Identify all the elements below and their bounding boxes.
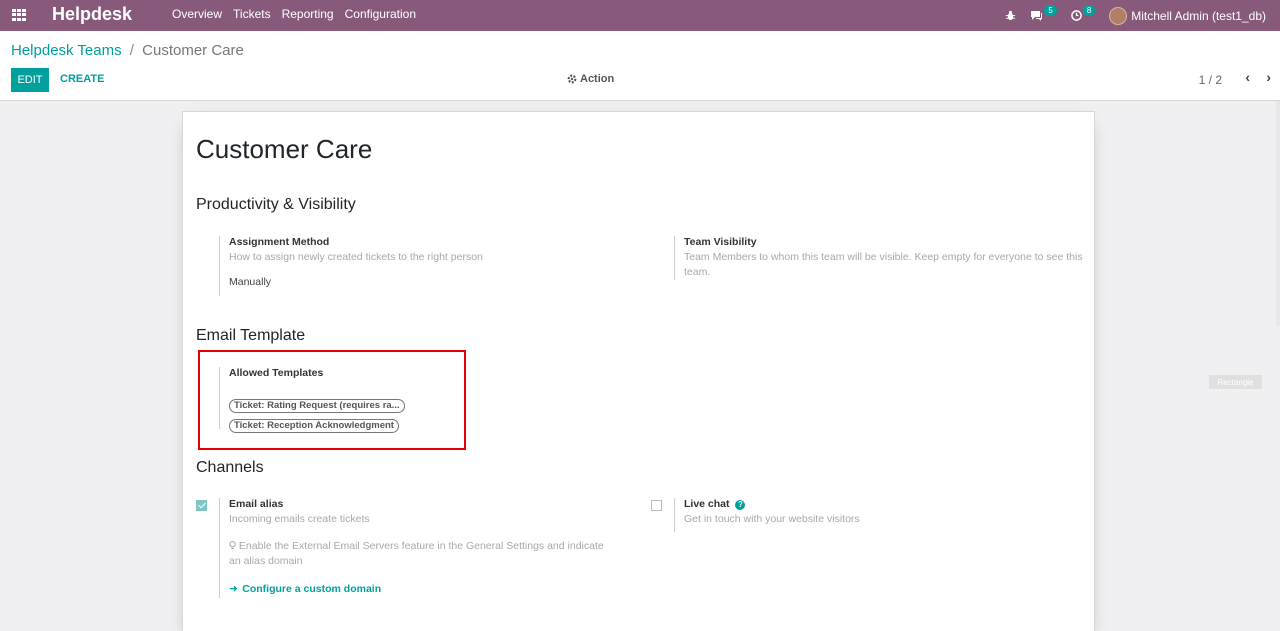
live-chat-checkbox[interactable] <box>651 500 662 511</box>
assignment-method-value[interactable]: Manually <box>229 276 639 288</box>
edit-button[interactable]: EDIT <box>11 68 49 92</box>
menu-tickets[interactable]: Tickets <box>233 7 271 21</box>
activities-menu[interactable]: 8 <box>1070 5 1096 21</box>
team-visibility-label: Team Visibility <box>684 236 757 248</box>
action-dropdown[interactable]: Action <box>567 73 614 85</box>
help-question-icon[interactable]: ? <box>735 500 746 510</box>
debug-bug-icon[interactable] <box>1005 10 1016 21</box>
lightbulb-icon <box>229 541 236 549</box>
activities-count-badge: 8 <box>1082 5 1096 16</box>
pager-value[interactable]: 1 / 2 <box>1199 73 1222 87</box>
menu-configuration[interactable]: Configuration <box>345 7 416 21</box>
email-alias-hint-text: Enable the External Email Servers featur… <box>229 540 604 567</box>
email-alias-hint: Enable the External Email Servers featur… <box>229 539 614 569</box>
configure-domain-label: Configure a custom domain <box>242 583 382 595</box>
arrow-right-icon: ➜ <box>229 583 238 595</box>
gear-icon <box>567 74 577 84</box>
user-name: Mitchell Admin (test1_db) <box>1131 8 1266 23</box>
messages-count-badge: 5 <box>1044 5 1057 16</box>
email-alias-checkbox[interactable] <box>196 500 207 511</box>
breadcrumb: Helpdesk Teams / Customer Care <box>11 42 244 59</box>
section-productivity-visibility: Productivity & Visibility <box>196 196 356 213</box>
apps-grid-icon[interactable] <box>12 9 26 21</box>
pager-next-icon[interactable]: › <box>1266 69 1271 85</box>
menu-overview[interactable]: Overview <box>172 7 222 21</box>
breadcrumb-current: Customer Care <box>142 42 244 59</box>
control-panel: Helpdesk Teams / Customer Care EDIT CREA… <box>0 31 1280 101</box>
chat-icon <box>1031 11 1043 21</box>
pager-previous-icon[interactable]: ‹ <box>1245 69 1250 85</box>
avatar <box>1109 6 1128 25</box>
section-email-template: Email Template <box>196 327 306 344</box>
live-chat-help: Get in touch with your website visitors <box>684 513 860 525</box>
live-chat-label-row: Live chat ? <box>684 498 1074 510</box>
configure-domain-link[interactable]: ➜ Configure a custom domain <box>229 579 619 597</box>
section-channels: Channels <box>196 459 264 476</box>
assignment-method-help: How to assign newly created tickets to t… <box>229 251 483 263</box>
user-menu[interactable]: Mitchell Admin (test1_db) <box>1109 6 1266 25</box>
top-navbar: Helpdesk Overview Tickets Reporting Conf… <box>0 0 1280 31</box>
breadcrumb-helpdesk-teams[interactable]: Helpdesk Teams <box>11 42 122 59</box>
team-visibility-help: Team Members to whom this team will be v… <box>684 251 1083 278</box>
email-alias-help: Incoming emails create tickets <box>229 513 370 525</box>
main-menu: Overview Tickets Reporting Configuration <box>172 7 427 21</box>
rectangle-tooltip: Rectangle <box>1209 375 1262 389</box>
messages-menu[interactable]: 5 <box>1030 5 1057 21</box>
record-title[interactable]: Customer Care <box>196 134 372 165</box>
email-alias-field: Email alias Incoming emails create ticke… <box>219 498 619 598</box>
menu-reporting[interactable]: Reporting <box>282 7 334 21</box>
highlight-rectangle <box>198 350 466 450</box>
email-alias-label: Email alias <box>229 498 284 510</box>
assignment-method-field: Assignment Method How to assign newly cr… <box>219 236 639 296</box>
team-visibility-field: Team Visibility Team Members to whom thi… <box>674 236 1084 280</box>
live-chat-label: Live chat <box>684 498 730 510</box>
create-button[interactable]: CREATE <box>60 73 104 85</box>
scrollbar[interactable] <box>1276 101 1280 326</box>
action-label: Action <box>580 73 615 85</box>
app-brand[interactable]: Helpdesk <box>52 4 132 25</box>
systray: 5 8 Mitchell Admin (test1_db) <box>1005 0 1280 31</box>
assignment-method-label: Assignment Method <box>229 236 330 248</box>
clock-icon <box>1070 10 1082 21</box>
breadcrumb-separator: / <box>129 42 134 59</box>
live-chat-field: Live chat ? Get in touch with your websi… <box>674 498 1074 532</box>
